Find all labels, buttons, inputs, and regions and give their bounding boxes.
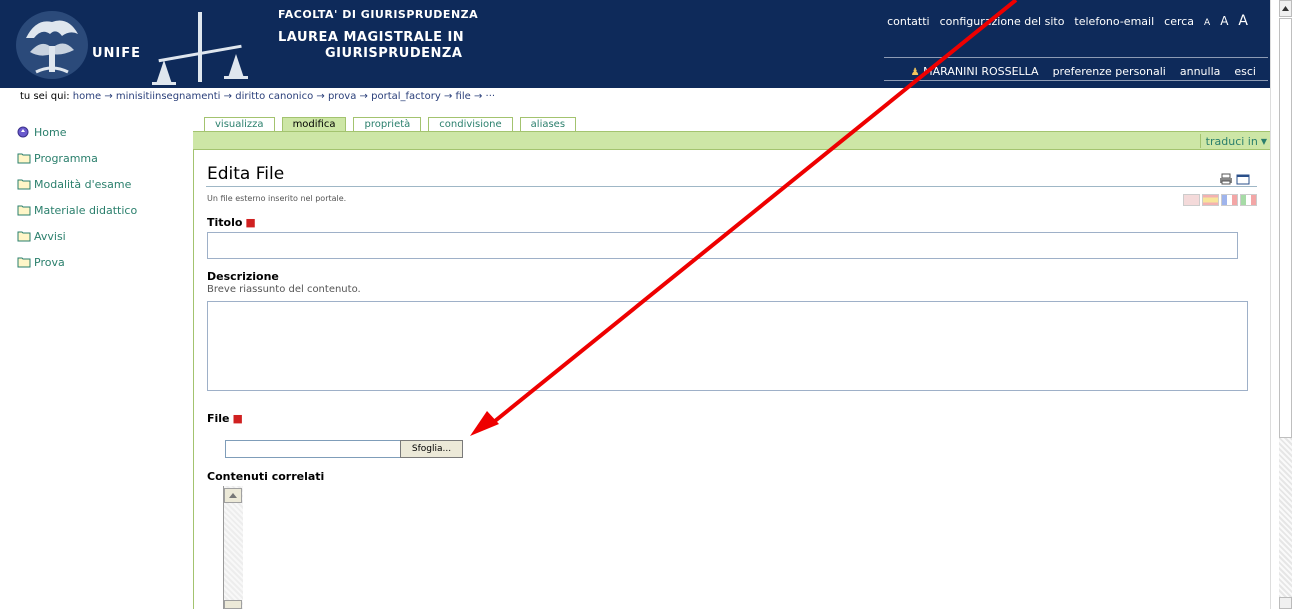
sidebar-item-prova[interactable]: Prova	[17, 249, 137, 275]
breadcrumb-label: tu sei qui:	[20, 91, 70, 102]
contacts-link[interactable]: contatti	[887, 15, 930, 28]
user-icon: ♟	[910, 67, 920, 78]
folder-icon	[17, 257, 31, 268]
scroll-up-arrow-icon[interactable]	[1279, 0, 1292, 17]
folder-icon	[17, 153, 31, 164]
breadcrumb-separator: →	[443, 91, 453, 102]
personal-preferences-link[interactable]: preferenze personali	[1053, 65, 1166, 78]
required-marker: ■	[232, 412, 243, 425]
breadcrumb-separator: →	[473, 91, 483, 102]
sidebar-item-label: Prova	[34, 255, 65, 269]
translate-menu[interactable]: traduci in ▼	[1199, 134, 1267, 148]
breadcrumb-file[interactable]: file	[456, 91, 471, 102]
divider	[206, 186, 1257, 187]
content-actions-bar: traduci in ▼	[193, 131, 1271, 150]
sidebar-item-programma[interactable]: Programma	[17, 145, 137, 171]
text-size-small[interactable]: A	[1204, 18, 1210, 28]
title-field-label-text: Titolo	[207, 216, 243, 229]
title-input[interactable]	[207, 232, 1238, 259]
breadcrumb-portal-factory[interactable]: portal_factory	[371, 91, 441, 102]
flag-icon[interactable]	[1240, 194, 1257, 206]
title-field-label: Titolo ■	[207, 216, 256, 229]
divider	[884, 80, 1268, 81]
unife-logo[interactable]: UNIFE	[12, 8, 152, 82]
tab-visualizza[interactable]: visualizza	[204, 117, 275, 132]
sidebar-item-label: Programma	[34, 151, 98, 165]
flag-icon[interactable]	[1202, 194, 1219, 206]
folder-icon	[17, 179, 31, 190]
document-actions	[1219, 173, 1250, 185]
site-settings-link[interactable]: configurazione del sito	[940, 15, 1065, 28]
folder-icon	[17, 205, 31, 216]
breadcrumb-separator: →	[104, 91, 113, 102]
language-flags	[1183, 194, 1257, 206]
sidebar-item-label: Modalità d'esame	[34, 177, 132, 191]
file-path-input[interactable]	[225, 440, 401, 458]
scrollbar-thumb[interactable]	[1279, 18, 1292, 438]
scroll-down-arrow-icon[interactable]	[224, 600, 242, 609]
user-name[interactable]: ♟ MARANINI ROSSELLA	[911, 65, 1039, 78]
degree-title-line-2: GIURISPRUDENZA	[325, 46, 463, 61]
tab-modifica[interactable]: modifica	[281, 117, 347, 132]
justice-scales-icon	[152, 12, 248, 85]
scroll-up-arrow-icon[interactable]	[224, 488, 242, 503]
browse-button[interactable]: Sfoglia...	[400, 440, 463, 458]
page-title: Edita File	[207, 164, 285, 184]
breadcrumb-prova[interactable]: prova	[328, 91, 356, 102]
translate-label: traduci in	[1205, 134, 1258, 148]
home-icon	[17, 126, 29, 138]
tab-proprieta[interactable]: proprietà	[353, 117, 422, 132]
faculty-name: FACOLTA' DI GIURISPRUDENZA	[278, 8, 479, 21]
folder-icon	[17, 231, 31, 242]
description-help-text: Breve riassunto del contenuto.	[207, 284, 361, 295]
sidebar-item-label: Materiale didattico	[34, 203, 138, 217]
text-size-medium[interactable]: A	[1220, 14, 1228, 28]
sidebar-item-label: Home	[34, 125, 67, 139]
related-content-scrollbar[interactable]	[223, 486, 243, 609]
site-actions: contatti configurazione del sito telefon…	[887, 13, 1248, 29]
related-content-label: Contenuti correlati	[207, 470, 325, 483]
breadcrumb-more[interactable]: ···	[486, 91, 496, 102]
search-link[interactable]: cerca	[1164, 15, 1194, 28]
print-icon[interactable]	[1219, 173, 1233, 185]
tab-condivisione[interactable]: condivisione	[428, 117, 513, 132]
breadcrumb-minisiti[interactable]: minisitiinsegnamenti	[116, 91, 221, 102]
description-field-label: Descrizione	[207, 270, 279, 283]
phone-email-link[interactable]: telefono-email	[1074, 15, 1154, 28]
flag-icon[interactable]	[1183, 194, 1200, 206]
sidebar-item-modalita-esame[interactable]: Modalità d'esame	[17, 171, 137, 197]
site-header: UNIFE FACOLTA' DI GIURISPRUDENZA LAUREA …	[0, 0, 1270, 88]
breadcrumb-diritto-canonico[interactable]: diritto canonico	[235, 91, 313, 102]
scroll-down-arrow-icon[interactable]	[1279, 597, 1292, 609]
full-screen-icon[interactable]	[1236, 173, 1250, 185]
cancel-link[interactable]: annulla	[1180, 65, 1221, 78]
user-bar: ♟ MARANINI ROSSELLA preferenze personali…	[911, 65, 1256, 78]
breadcrumb-home[interactable]: home	[73, 91, 101, 102]
tree-logo-icon	[16, 11, 88, 79]
document-description: Un file esterno inserito nel portale.	[207, 194, 347, 203]
sidebar-item-label: Avvisi	[34, 229, 66, 243]
user-name-text: MARANINI ROSSELLA	[923, 65, 1039, 78]
sidebar-item-home[interactable]: Home	[17, 119, 137, 145]
logout-link[interactable]: esci	[1234, 65, 1256, 78]
sidebar-item-avvisi[interactable]: Avvisi	[17, 223, 137, 249]
logo-text: UNIFE	[92, 46, 142, 61]
text-size-large[interactable]: A	[1238, 13, 1248, 29]
sidebar-item-materiale-didattico[interactable]: Materiale didattico	[17, 197, 137, 223]
required-marker: ■	[245, 216, 256, 229]
breadcrumb-separator: →	[316, 91, 325, 102]
content-tabs: visualizza modifica proprietà condivisio…	[204, 117, 577, 132]
chevron-down-icon: ▼	[1260, 136, 1267, 146]
divider	[884, 57, 1268, 58]
degree-title-line-1: LAUREA MAGISTRALE IN	[278, 30, 465, 45]
tab-aliases[interactable]: aliases	[519, 117, 577, 132]
sidebar-nav: Home Programma Modalità d'esame Material…	[17, 119, 137, 275]
breadcrumb: tu sei qui: home → minisitiinsegnamenti …	[20, 91, 495, 102]
breadcrumb-separator: →	[359, 91, 368, 102]
flag-icon[interactable]	[1221, 194, 1238, 206]
file-field-label: File ■	[207, 412, 243, 425]
file-field-label-text: File	[207, 412, 230, 425]
breadcrumb-separator: →	[223, 91, 233, 102]
description-textarea[interactable]	[207, 301, 1248, 391]
